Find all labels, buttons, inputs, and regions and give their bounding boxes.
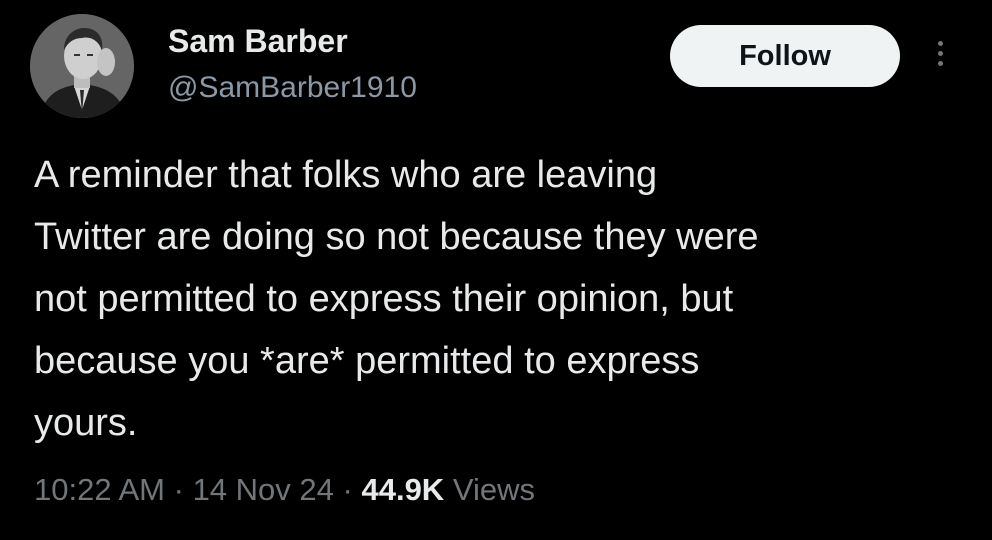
- tweet-text-line: because you *are* permitted to express: [34, 340, 700, 382]
- tweet-card: Sam Barber @SamBarber1910 Follow A remin…: [0, 0, 992, 540]
- tweet-text-line: Twitter are doing so not because they we…: [34, 216, 759, 258]
- tweet-time[interactable]: 10:22 AM: [34, 472, 165, 507]
- views-label: Views: [452, 472, 535, 507]
- author-display-name[interactable]: Sam Barber: [168, 22, 348, 60]
- follow-button[interactable]: Follow: [670, 25, 900, 87]
- dot-icon: [937, 41, 943, 46]
- tweet-text: A reminder that folks who are leaving Tw…: [34, 144, 974, 454]
- separator: ·: [342, 472, 353, 507]
- tweet-text-line: A reminder that folks who are leaving: [34, 154, 658, 196]
- tweet-text-line: not permitted to express their opinion, …: [34, 278, 734, 320]
- tweet-date[interactable]: 14 Nov 24: [193, 472, 334, 507]
- author-handle[interactable]: @SamBarber1910: [168, 70, 417, 106]
- portrait-photo-icon: [30, 14, 134, 118]
- tweet-meta: 10:22 AM · 14 Nov 24 · 44.9K Views: [34, 470, 535, 510]
- separator: ·: [173, 472, 184, 507]
- tweet-text-line: yours.: [34, 402, 138, 444]
- vertical-ellipsis-icon[interactable]: [928, 38, 952, 78]
- dot-icon: [937, 61, 943, 66]
- dot-icon: [937, 51, 943, 56]
- avatar[interactable]: [30, 14, 134, 118]
- views-count: 44.9K: [361, 472, 445, 507]
